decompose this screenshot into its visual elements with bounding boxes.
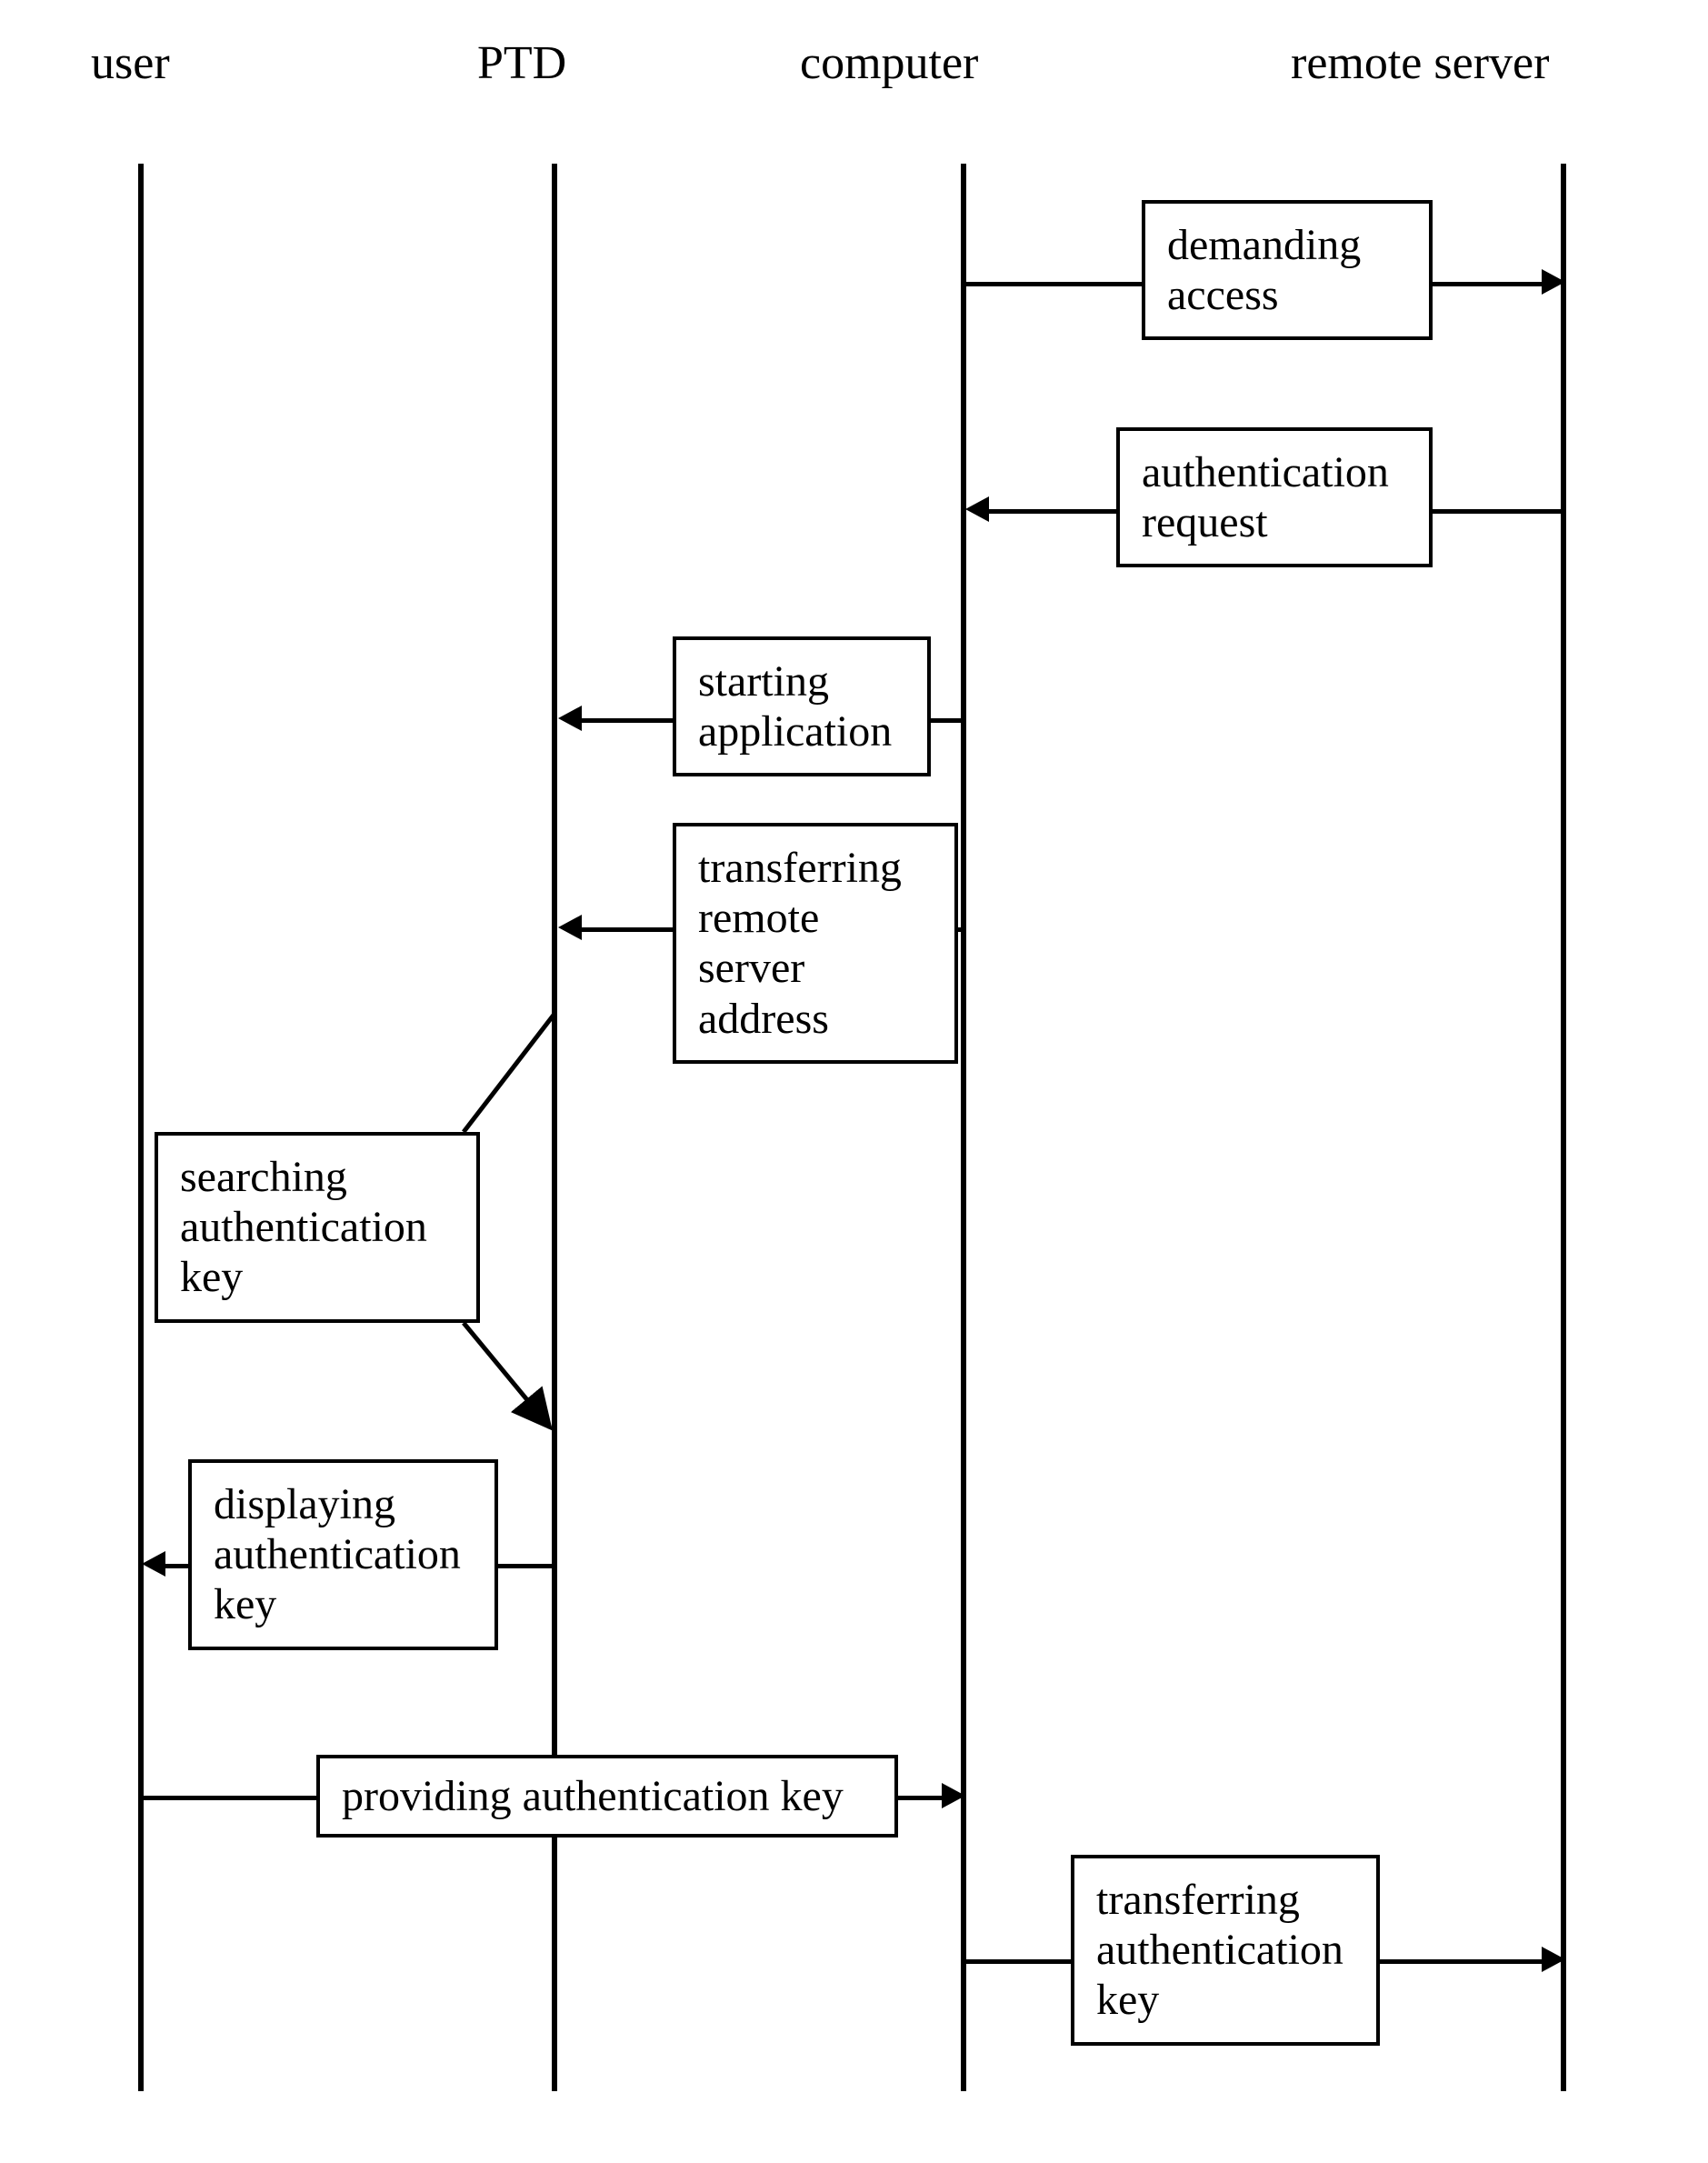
msg-transfer-addr: transferringremote serveraddress <box>673 823 958 1064</box>
arrow-segment <box>931 718 964 723</box>
msg-transfer-key: transferringauthenticationkey <box>1071 1855 1380 2046</box>
arrowhead-icon <box>1542 1947 1565 1972</box>
actor-label-user: user <box>91 36 170 90</box>
msg-provide-key: providing authentication key <box>316 1755 898 1838</box>
msg-demanding-access: demandingaccess <box>1142 200 1433 340</box>
msg-search-key: searchingauthenticationkey <box>155 1132 480 1323</box>
arrowhead-icon <box>1542 269 1565 295</box>
arrow-segment <box>165 1564 188 1568</box>
arrowhead-icon <box>558 706 582 731</box>
msg-display-key: displayingauthenticationkey <box>188 1459 498 1650</box>
arrow-segment <box>966 282 1142 286</box>
msg-auth-request: authenticationrequest <box>1116 427 1433 567</box>
arrow-segment <box>966 1959 1071 1964</box>
actor-label-computer: computer <box>800 36 978 90</box>
arrow-segment <box>144 1796 316 1800</box>
actor-label-ptd: PTD <box>477 36 566 90</box>
arrow-segment <box>582 927 673 932</box>
arrowhead-icon <box>942 1783 965 1808</box>
arrow-segment <box>898 1796 942 1800</box>
sequence-diagram: user PTD computer remote server demandin… <box>0 0 1708 2163</box>
actor-label-server: remote server <box>1291 36 1549 90</box>
arrow-segment <box>1433 509 1564 514</box>
arrow-segment <box>582 718 673 723</box>
lifeline-user <box>138 164 144 2091</box>
arrowhead-icon <box>965 496 989 522</box>
arrow-segment <box>1380 1959 1542 1964</box>
arrowhead-icon <box>558 915 582 940</box>
arrow-segment <box>1433 282 1542 286</box>
arrow-segment <box>958 927 965 932</box>
diagonal-lines <box>0 0 1708 2163</box>
arrow-segment <box>989 509 1116 514</box>
lifeline-server <box>1561 164 1566 2091</box>
msg-starting-app: startingapplication <box>673 636 931 776</box>
arrow-segment <box>498 1564 554 1568</box>
arrowhead-icon <box>142 1551 165 1577</box>
